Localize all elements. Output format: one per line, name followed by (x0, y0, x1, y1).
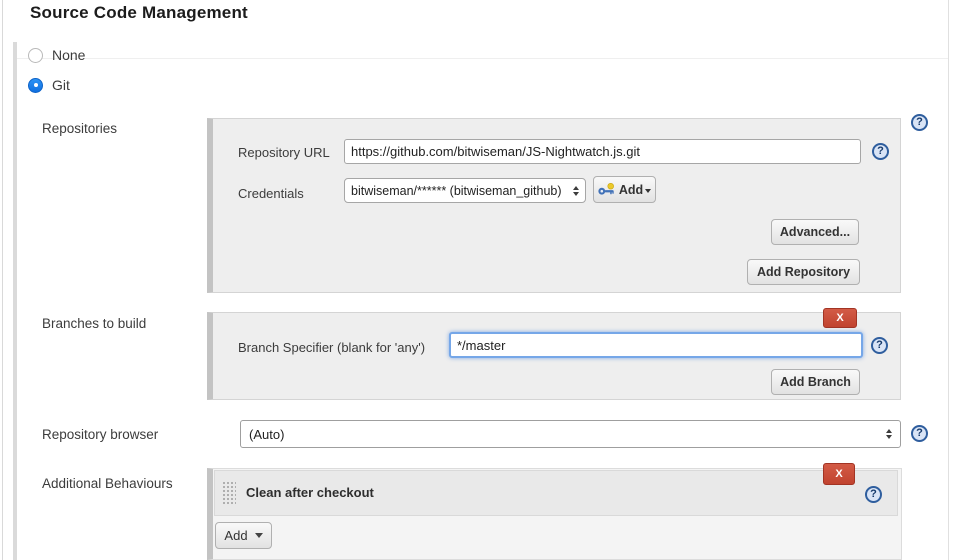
select-arrows-icon (886, 429, 892, 439)
select-arrows-icon (573, 186, 579, 196)
radio-none[interactable] (28, 48, 43, 63)
drag-handle-icon[interactable] (222, 481, 236, 504)
key-icon (598, 183, 615, 196)
radio-git-label: Git (52, 77, 70, 93)
additional-behaviours-label: Additional Behaviours (42, 476, 173, 491)
caret-down-icon (645, 189, 651, 193)
repository-browser-help-icon[interactable]: ? (911, 425, 928, 442)
section-divider (17, 58, 948, 59)
add-credentials-label: Add (619, 183, 643, 197)
repositories-help-icon[interactable]: ? (911, 114, 928, 131)
add-branch-button[interactable]: Add Branch (771, 369, 860, 395)
page-right-border (948, 0, 949, 560)
behaviour-help-icon[interactable]: ? (865, 486, 882, 503)
credentials-selected-value: bitwiseman/****** (bitwiseman_github) (351, 184, 567, 198)
repository-url-help-icon[interactable]: ? (872, 143, 889, 160)
repositories-section-label: Repositories (42, 121, 117, 136)
scm-option-git[interactable]: Git (28, 77, 70, 93)
branches-section-label: Branches to build (42, 316, 146, 331)
credentials-label: Credentials (238, 186, 304, 201)
repository-browser-label: Repository browser (42, 427, 158, 442)
add-repository-button[interactable]: Add Repository (747, 259, 860, 285)
advanced-label: Advanced... (780, 225, 850, 239)
scm-option-none[interactable]: None (28, 47, 85, 63)
repository-url-value: https://github.com/bitwiseman/JS-Nightwa… (351, 144, 640, 159)
delete-behaviour-button[interactable]: X (823, 463, 855, 485)
delete-branch-button[interactable]: X (823, 308, 857, 328)
repository-browser-value: (Auto) (249, 427, 880, 442)
behaviour-item-title: Clean after checkout (246, 485, 374, 500)
page-title: Source Code Management (30, 3, 248, 23)
credentials-select[interactable]: bitwiseman/****** (bitwiseman_github) (344, 178, 586, 203)
add-behaviour-button[interactable]: Add (215, 522, 272, 549)
repository-url-label: Repository URL (238, 145, 330, 160)
branch-specifier-help-icon[interactable]: ? (871, 337, 888, 354)
add-repository-label: Add Repository (757, 265, 850, 279)
radio-git[interactable] (28, 78, 43, 93)
branch-specifier-value: */master (457, 338, 505, 353)
page-left-border (2, 0, 3, 560)
scm-block-strip (13, 42, 17, 560)
repository-url-input[interactable]: https://github.com/bitwiseman/JS-Nightwa… (344, 139, 861, 164)
caret-down-icon (255, 533, 263, 538)
advanced-button[interactable]: Advanced... (771, 219, 859, 245)
add-credentials-button[interactable]: Add (593, 176, 656, 203)
branch-specifier-label: Branch Specifier (blank for 'any') (238, 340, 425, 355)
scm-config-page: Source Code Management None Git Reposito… (0, 0, 961, 560)
add-behaviour-label: Add (224, 528, 247, 543)
repository-browser-select[interactable]: (Auto) (240, 420, 901, 448)
radio-none-label: None (52, 47, 85, 63)
add-branch-label: Add Branch (780, 375, 851, 389)
branch-specifier-input[interactable]: */master (449, 332, 863, 358)
